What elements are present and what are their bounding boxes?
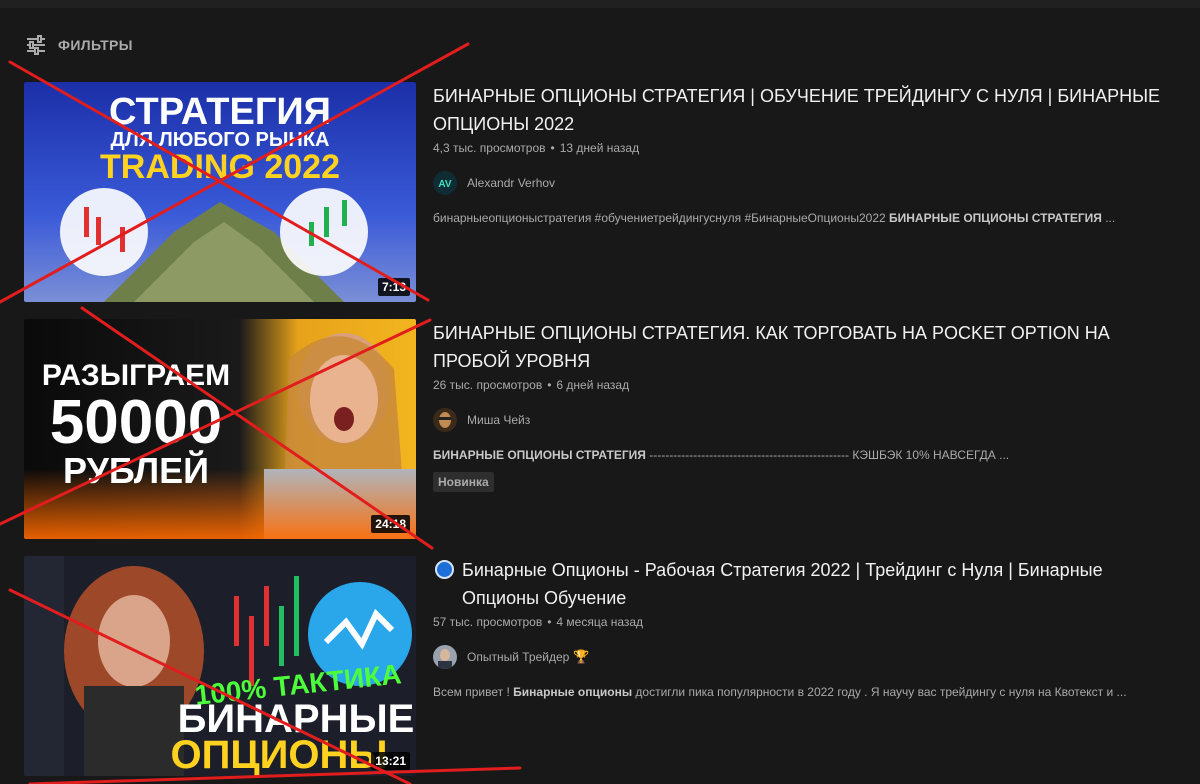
- channel-link[interactable]: Миша Чейз: [433, 408, 1183, 432]
- search-results-page: ФИЛЬТРЫ СТРАТЕГИЯ ДЛЯ ЛЮБОГО РЫНКА TRADI…: [0, 0, 1200, 784]
- video-description: БИНАРНЫЕ ОПЦИОНЫ СТРАТЕГИЯ -------------…: [433, 448, 1183, 462]
- video-meta: БИНАРНЫЕ ОПЦИОНЫ СТРАТЕГИЯ | ОБУЧЕНИЕ ТР…: [433, 82, 1183, 225]
- video-title-text: БИНАРНЫЕ ОПЦИОНЫ СТРАТЕГИЯ. КАК ТОРГОВАТ…: [433, 323, 1110, 371]
- thumb-line1: СТРАТЕГИЯ: [109, 91, 331, 133]
- desc-plain: бинарныеопционыстратегия #обучениетрейди…: [433, 211, 889, 225]
- video-result: 100% ТАКТИКА БИНАРНЫЕ ОПЦИОНЫ 13:21 Бина…: [24, 556, 1184, 776]
- video-title[interactable]: БИНАРНЫЕ ОПЦИОНЫ СТРАТЕГИЯ. КАК ТОРГОВАТ…: [433, 319, 1183, 375]
- top-bar: [0, 0, 1200, 8]
- desc-tail: ----------------------------------------…: [645, 448, 1010, 462]
- sliders-icon: [27, 35, 45, 55]
- video-title[interactable]: Бинарные Опционы - Рабочая Стратегия 202…: [433, 556, 1183, 612]
- blue-circle-icon: [435, 560, 454, 579]
- video-duration: 24:18: [371, 515, 410, 533]
- video-title[interactable]: БИНАРНЫЕ ОПЦИОНЫ СТРАТЕГИЯ | ОБУЧЕНИЕ ТР…: [433, 82, 1183, 138]
- desc-bold: БИНАРНЫЕ ОПЦИОНЫ СТРАТЕГИЯ: [433, 448, 646, 462]
- video-description: Всем привет ! Бинарные опционы достигли …: [433, 685, 1183, 699]
- upload-age: 4 месяца назад: [556, 615, 644, 629]
- avatar[interactable]: AV: [433, 171, 457, 195]
- channel-link[interactable]: AV Alexandr Verhov: [433, 171, 1183, 195]
- video-result: СТРАТЕГИЯ ДЛЯ ЛЮБОГО РЫНКА TRADING 2022 …: [24, 82, 1184, 302]
- video-thumbnail[interactable]: 100% ТАКТИКА БИНАРНЫЕ ОПЦИОНЫ 13:21: [24, 556, 416, 776]
- channel-name[interactable]: Миша Чейз: [467, 413, 530, 427]
- thumb-line3: TRADING 2022: [100, 148, 340, 186]
- thumbnail-art: РАЗЫГРАЕМ 50000 РУБЛЕЙ: [24, 319, 416, 539]
- avatar-initials: AV: [438, 179, 451, 190]
- thumbnail-art: 100% ТАКТИКА БИНАРНЫЕ ОПЦИОНЫ: [24, 556, 416, 776]
- video-thumbnail[interactable]: СТРАТЕГИЯ ДЛЯ ЛЮБОГО РЫНКА TRADING 2022 …: [24, 82, 416, 302]
- thumbnail-art: СТРАТЕГИЯ ДЛЯ ЛЮБОГО РЫНКА TRADING 2022: [24, 82, 416, 302]
- desc-bold: Бинарные опционы: [513, 685, 633, 699]
- video-thumbnail[interactable]: РАЗЫГРАЕМ 50000 РУБЛЕЙ 24:18: [24, 319, 416, 539]
- desc-tail: достигли пика популярности в 2022 году .…: [632, 685, 1127, 699]
- video-title-text: Бинарные Опционы - Рабочая Стратегия 202…: [462, 560, 1103, 608]
- upload-age: 6 дней назад: [556, 378, 630, 392]
- video-description: бинарныеопционыстратегия #обучениетрейди…: [433, 211, 1183, 225]
- desc-bold: БИНАРНЫЕ ОПЦИОНЫ СТРАТЕГИЯ: [889, 211, 1102, 225]
- upload-age: 13 дней назад: [559, 141, 640, 155]
- thumb-line3: РУБЛЕЙ: [63, 449, 209, 491]
- video-stats: 4,3 тыс. просмотров • 13 дней назад: [433, 141, 640, 155]
- desc-plain: Всем привет !: [433, 685, 514, 699]
- video-duration: 7:13: [377, 278, 410, 296]
- avatar[interactable]: [433, 645, 457, 669]
- video-stats: 57 тыс. просмотров • 4 месяца назад: [433, 615, 644, 629]
- filters-button[interactable]: ФИЛЬТРЫ: [24, 32, 133, 58]
- trophy-icon: 🏆: [573, 649, 590, 664]
- thumb-line2: 50000: [50, 388, 222, 457]
- channel-name[interactable]: Опытный Трейдер: [467, 650, 569, 664]
- avatar[interactable]: [433, 408, 457, 432]
- filters-label: ФИЛЬТРЫ: [58, 37, 133, 53]
- video-duration: 13:21: [371, 752, 410, 770]
- channel-name[interactable]: Alexandr Verhov: [467, 176, 555, 190]
- video-result: РАЗЫГРАЕМ 50000 РУБЛЕЙ 24:18 БИНАРНЫЕ ОП…: [24, 319, 1184, 539]
- video-meta: Бинарные Опционы - Рабочая Стратегия 202…: [433, 556, 1183, 699]
- video-meta: БИНАРНЫЕ ОПЦИОНЫ СТРАТЕГИЯ. КАК ТОРГОВАТ…: [433, 319, 1183, 492]
- desc-tail: ...: [1101, 211, 1116, 225]
- video-stats: 26 тыс. просмотров • 6 дней назад: [433, 378, 630, 392]
- video-title-text: БИНАРНЫЕ ОПЦИОНЫ СТРАТЕГИЯ | ОБУЧЕНИЕ ТР…: [433, 86, 1161, 134]
- view-count: 4,3 тыс. просмотров: [433, 141, 546, 155]
- channel-link[interactable]: Опытный Трейдер 🏆: [433, 645, 1183, 669]
- view-count: 57 тыс. просмотров: [433, 615, 543, 629]
- view-count: 26 тыс. просмотров: [433, 378, 543, 392]
- new-badge: Новинка: [433, 472, 494, 492]
- thumb-line3: ОПЦИОНЫ: [171, 733, 388, 776]
